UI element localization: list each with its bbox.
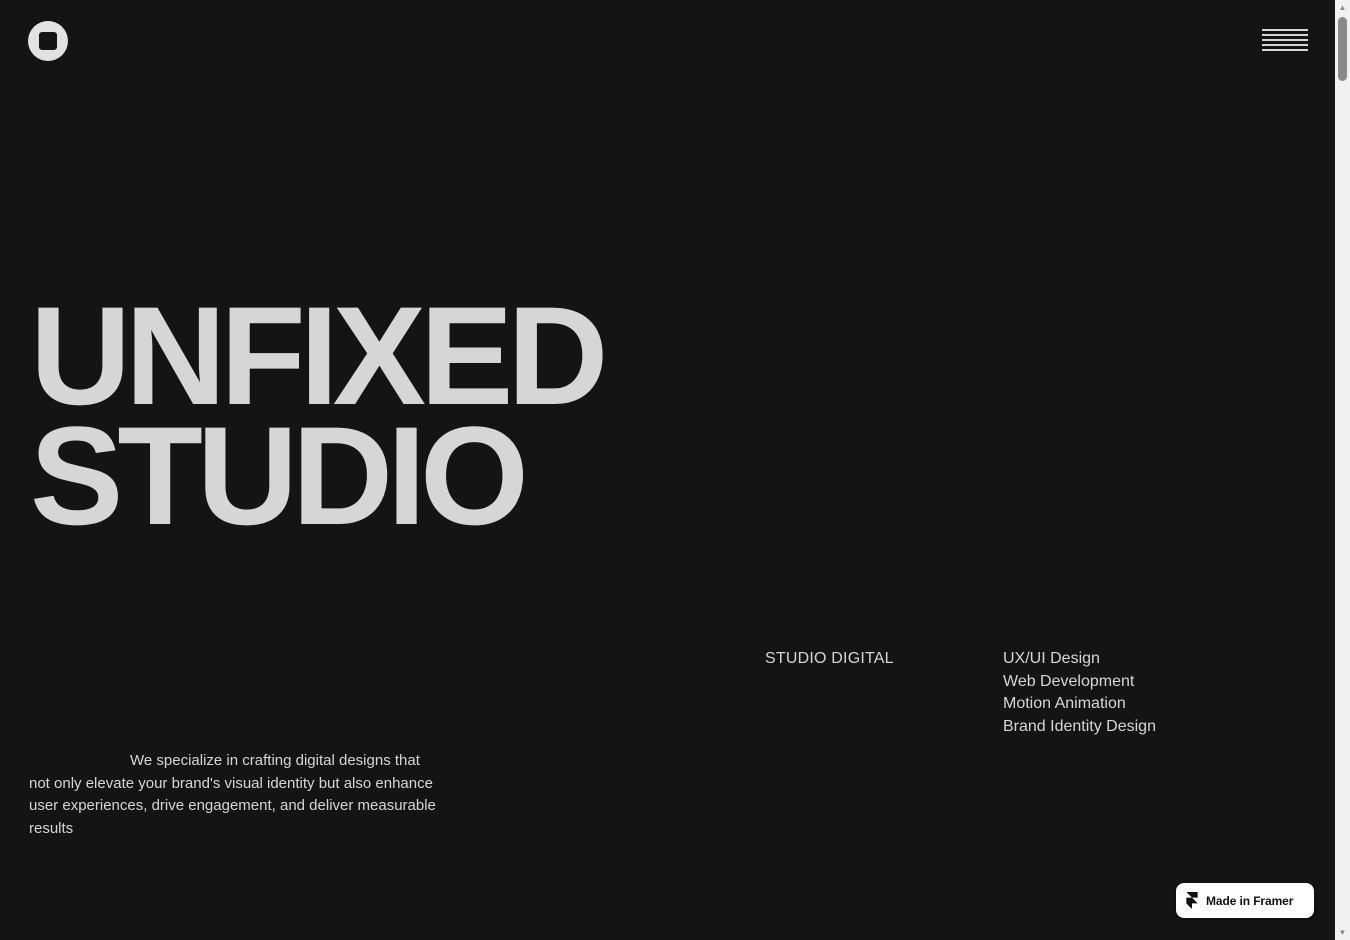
service-item-brand-identity[interactable]: Brand Identity Design (1003, 716, 1156, 739)
made-in-framer-badge[interactable]: Made in Framer (1176, 883, 1314, 918)
logo-icon[interactable] (28, 21, 68, 61)
logo-inner-square (39, 32, 57, 50)
vertical-scrollbar[interactable]: ▲ ▼ (1335, 0, 1350, 940)
service-item-motion-animation[interactable]: Motion Animation (1003, 693, 1156, 716)
hero-title-line-2: STUDIO (30, 397, 529, 554)
menu-line (1262, 29, 1308, 31)
scroll-down-arrow-icon[interactable]: ▼ (1335, 925, 1350, 940)
studio-description: We specialize in crafting digital design… (29, 752, 436, 837)
menu-line (1262, 49, 1308, 51)
service-item-ux-ui[interactable]: UX/UI Design (1003, 648, 1156, 671)
page: UNFIXED STUDIO STUDIO DIGITAL UX/UI Desi… (0, 0, 1335, 940)
framer-logo-icon (1186, 892, 1198, 909)
browser-viewport: UNFIXED STUDIO STUDIO DIGITAL UX/UI Desi… (0, 0, 1350, 940)
scrollbar-thumb[interactable] (1338, 17, 1347, 81)
scroll-up-arrow-icon[interactable]: ▲ (1335, 0, 1350, 15)
services-list: UX/UI Design Web Development Motion Anim… (1003, 648, 1156, 738)
menu-line (1262, 34, 1308, 36)
menu-line (1262, 39, 1308, 41)
studio-label: STUDIO DIGITAL (765, 650, 894, 667)
hamburger-menu-button[interactable] (1262, 29, 1308, 53)
badge-label: Made in Framer (1206, 893, 1294, 908)
service-item-web-development[interactable]: Web Development (1003, 671, 1156, 694)
hero-title: UNFIXED STUDIO (30, 286, 608, 554)
menu-line (1262, 44, 1308, 46)
